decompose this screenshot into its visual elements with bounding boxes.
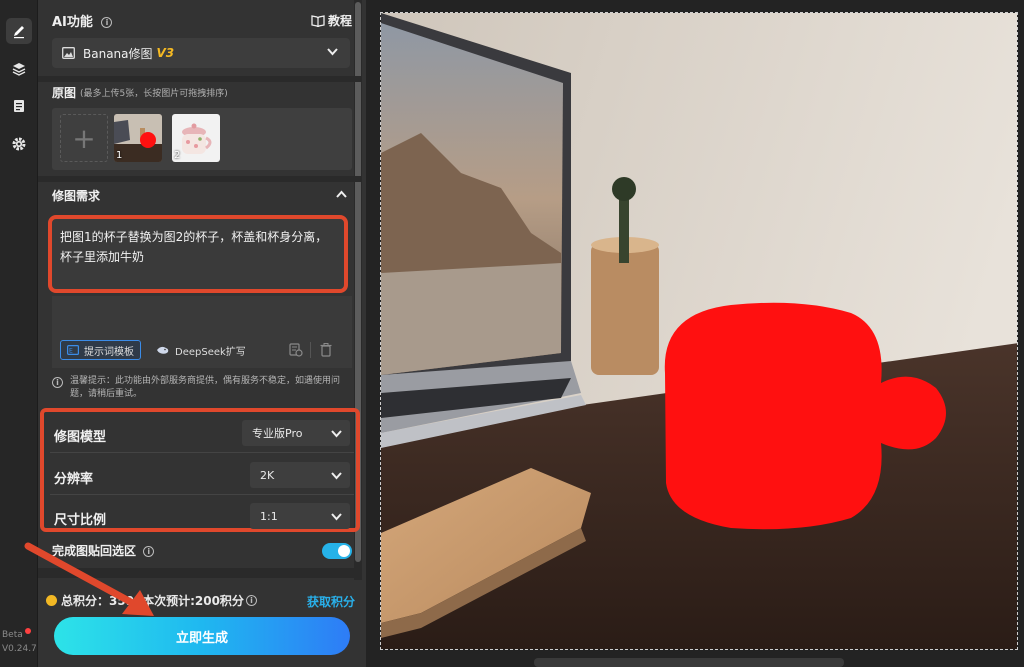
deepseek-label: DeepSeek扩写 — [175, 346, 246, 358]
info-icon[interactable]: i — [101, 17, 113, 28]
desk-scene-image — [381, 13, 1017, 649]
ai-model-dropdown[interactable]: Banana修图 V3 — [52, 38, 350, 68]
history-icon[interactable] — [289, 343, 303, 357]
get-credits-link[interactable]: 获取积分 — [307, 593, 355, 610]
prompt-template-label: 提示词模板 — [84, 346, 134, 358]
book-icon — [311, 14, 325, 27]
service-notice: i 温馨提示：此功能由外部服务商提供，偶有服务不稳定，如遇使用问题，请稍后重试。 — [52, 375, 352, 401]
request-textarea[interactable]: 把图1的杯子替换为图2的杯子，杯盖和杯身分离，杯子里添加牛奶 — [48, 215, 348, 293]
notice-info-icon: i — [52, 377, 63, 388]
resolution-value: 2K — [260, 468, 275, 482]
version-label: V0.24.7 — [2, 644, 37, 654]
thumb-number: 2 — [174, 150, 181, 161]
template-icon: E — [67, 345, 79, 355]
tutorial-label: 教程 — [328, 14, 353, 28]
preview-photo[interactable] — [380, 12, 1018, 650]
divider — [38, 76, 362, 82]
info-icon[interactable]: i — [245, 595, 257, 606]
canvas-area[interactable] — [366, 0, 1024, 667]
svg-text:E: E — [69, 348, 73, 355]
ai-section-header: AI功能 i — [52, 11, 113, 30]
model-name: Banana修图 — [83, 46, 153, 61]
model-label: 修图模型 — [54, 430, 107, 445]
chevron-down-icon — [331, 472, 342, 480]
settings-group: 修图模型 专业版Pro 分辨率 2K 尺寸比例 1:1 — [40, 408, 360, 532]
request-title: 修图需求 — [52, 189, 101, 203]
source-hint: (最多上传5张，长按图片可拖拽排序) — [80, 89, 228, 99]
notice-text: 温馨提示：此功能由外部服务商提供，偶有服务不稳定，如遇使用问题，请稍后重试。 — [70, 376, 341, 399]
model-version: V3 — [156, 46, 175, 60]
layers-icon[interactable] — [6, 56, 32, 82]
chevron-up-icon[interactable] — [336, 190, 347, 198]
prompt-toolbar-area: E 提示词模板 DeepSeek扩写 — [52, 296, 352, 368]
annotation-arrow — [24, 542, 154, 616]
prompt-template-button[interactable]: E 提示词模板 — [60, 340, 141, 360]
toolbar-separator — [310, 342, 311, 358]
source-thumb-1[interactable]: 1 — [114, 114, 162, 162]
beta-label: Beta — [2, 630, 23, 640]
paste-back-toggle[interactable] — [322, 543, 352, 559]
ratio-select[interactable]: 1:1 — [250, 503, 350, 529]
ratio-value: 1:1 — [260, 509, 278, 523]
deepseek-expand-button[interactable]: DeepSeek扩写 — [156, 340, 246, 360]
resolution-label: 分辨率 — [54, 472, 94, 487]
settings-divider — [50, 452, 354, 453]
trash-icon[interactable] — [320, 343, 332, 357]
thumb-number: 1 — [116, 150, 123, 161]
resolution-select[interactable]: 2K — [250, 462, 350, 488]
settings-divider — [50, 494, 354, 495]
generate-label: 立即生成 — [175, 630, 228, 646]
beta-dot — [24, 628, 31, 634]
ai-title: AI功能 — [52, 15, 93, 30]
canvas-h-scrollbar[interactable] — [534, 658, 844, 667]
clipboard-icon[interactable] — [6, 93, 32, 119]
source-image-box: + 1 2 — [52, 108, 352, 170]
version-info: Beta V0.24.7 — [2, 628, 37, 656]
image-icon — [62, 47, 75, 59]
gear-icon[interactable] — [6, 131, 32, 157]
chevron-down-icon — [331, 430, 342, 438]
ratio-label: 尺寸比例 — [54, 513, 107, 528]
pencil-icon[interactable] — [6, 18, 32, 44]
add-image-button[interactable]: + — [60, 114, 108, 162]
toggle-knob — [338, 545, 350, 557]
tutorial-link[interactable]: 教程 — [311, 12, 352, 29]
source-thumb-2[interactable]: 2 — [172, 114, 220, 162]
chevron-down-icon — [331, 513, 342, 521]
whale-icon — [157, 346, 169, 354]
chevron-down-icon — [327, 48, 338, 56]
model-select[interactable]: 专业版Pro — [242, 420, 350, 446]
source-title: 原图 — [52, 86, 77, 100]
divider — [38, 176, 362, 182]
model-value: 专业版Pro — [252, 427, 303, 440]
